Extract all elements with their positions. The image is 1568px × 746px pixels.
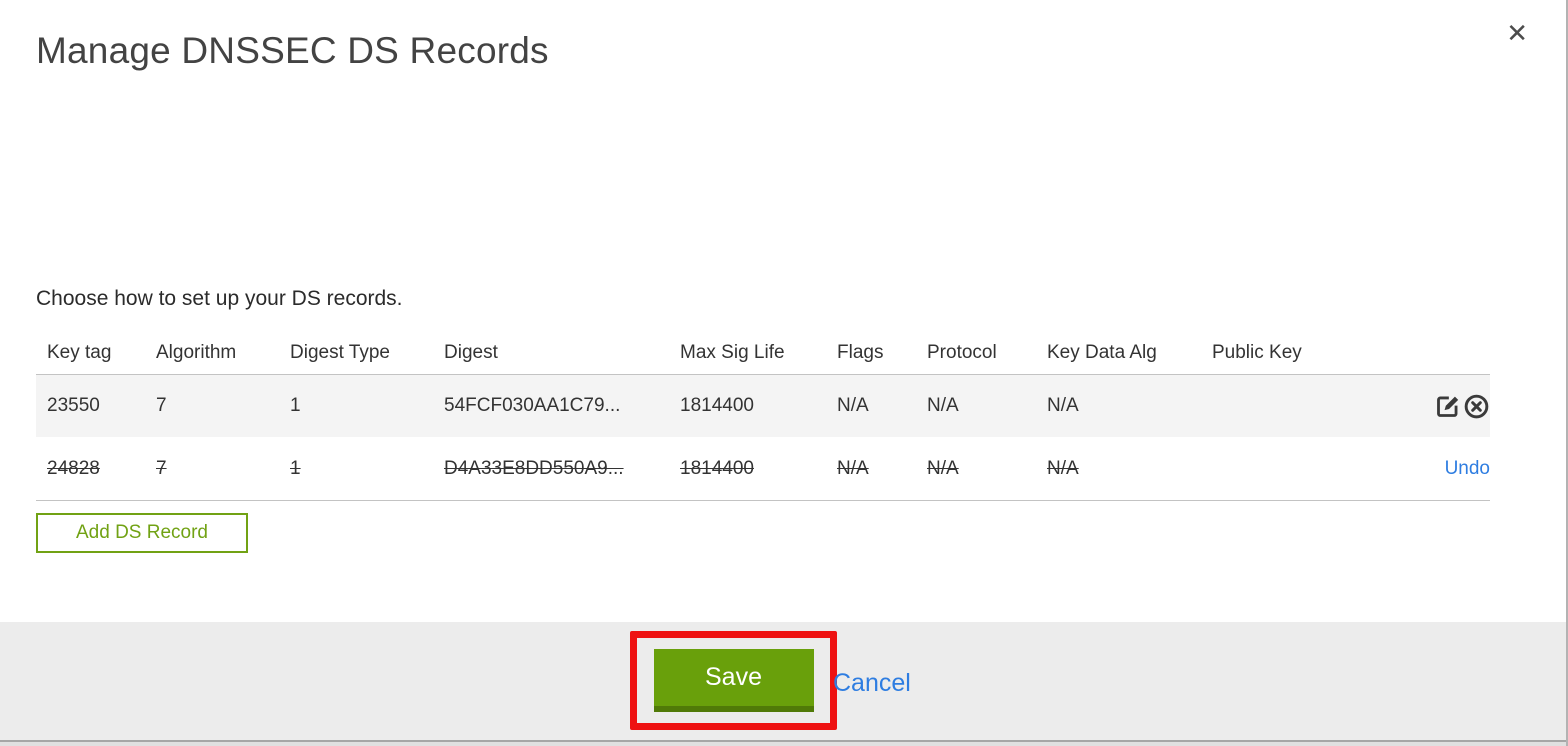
cell-protocol: N/A xyxy=(927,457,959,479)
row-actions xyxy=(1412,393,1490,420)
cell-max-sig-life: 1814400 xyxy=(680,395,754,416)
save-button[interactable]: Save xyxy=(653,649,814,712)
cell-algorithm: 7 xyxy=(156,395,167,416)
intro-text: Choose how to set up your DS records. xyxy=(36,287,403,310)
table-row-deleted: 24828 7 1 D4A33E8DD550A9... 1814400 N/A … xyxy=(36,437,1490,501)
col-header-key-data-alg: Key Data Alg xyxy=(1047,342,1157,363)
cell-key-tag: 23550 xyxy=(47,395,100,416)
cell-key-data-alg: N/A xyxy=(1047,395,1079,416)
col-header-protocol: Protocol xyxy=(927,342,997,363)
redacted-domain-name xyxy=(36,223,385,254)
delete-record-icon[interactable] xyxy=(1463,393,1490,420)
cell-digest-type: 1 xyxy=(290,457,301,479)
cell-max-sig-life: 1814400 xyxy=(680,457,754,479)
cell-key-data-alg: N/A xyxy=(1047,457,1079,479)
save-annotation-highlight: Save xyxy=(630,631,837,730)
table-row: 23550 7 1 54FCF030AA1C79... 1814400 N/A … xyxy=(36,375,1490,437)
cell-flags: N/A xyxy=(837,395,869,416)
col-header-flags: Flags xyxy=(837,342,884,363)
col-header-key-tag: Key tag xyxy=(47,342,112,363)
cell-digest: D4A33E8DD550A9... xyxy=(444,457,624,479)
col-header-digest: Digest xyxy=(444,342,498,363)
col-header-digest-type: Digest Type xyxy=(290,342,390,363)
cell-flags: N/A xyxy=(837,457,869,479)
row-actions: Undo xyxy=(1412,458,1490,480)
col-header-public-key: Public Key xyxy=(1212,342,1302,363)
cell-algorithm: 7 xyxy=(156,457,167,479)
cell-protocol: N/A xyxy=(927,395,959,416)
table-header-row: Key tag Algorithm Digest Type Digest Max… xyxy=(36,332,1490,375)
add-ds-record-button[interactable]: Add DS Record xyxy=(36,513,248,553)
cell-digest: 54FCF030AA1C79... xyxy=(444,395,621,416)
ds-records-table: Key tag Algorithm Digest Type Digest Max… xyxy=(36,332,1490,501)
cell-key-tag: 24828 xyxy=(47,457,100,479)
edit-record-icon[interactable] xyxy=(1434,393,1461,420)
col-header-max-sig-life: Max Sig Life xyxy=(680,342,785,363)
manage-dnssec-dialog: Manage DNSSEC DS Records ✕ Choose how to… xyxy=(0,0,1568,746)
cell-digest-type: 1 xyxy=(290,395,301,416)
dialog-footer: Save Cancel xyxy=(0,622,1566,740)
close-icon[interactable]: ✕ xyxy=(1506,20,1528,46)
undo-link[interactable]: Undo xyxy=(1445,458,1490,480)
page-title: Manage DNSSEC DS Records xyxy=(36,30,549,71)
cancel-link[interactable]: Cancel xyxy=(833,669,911,698)
col-header-algorithm: Algorithm xyxy=(156,342,237,363)
